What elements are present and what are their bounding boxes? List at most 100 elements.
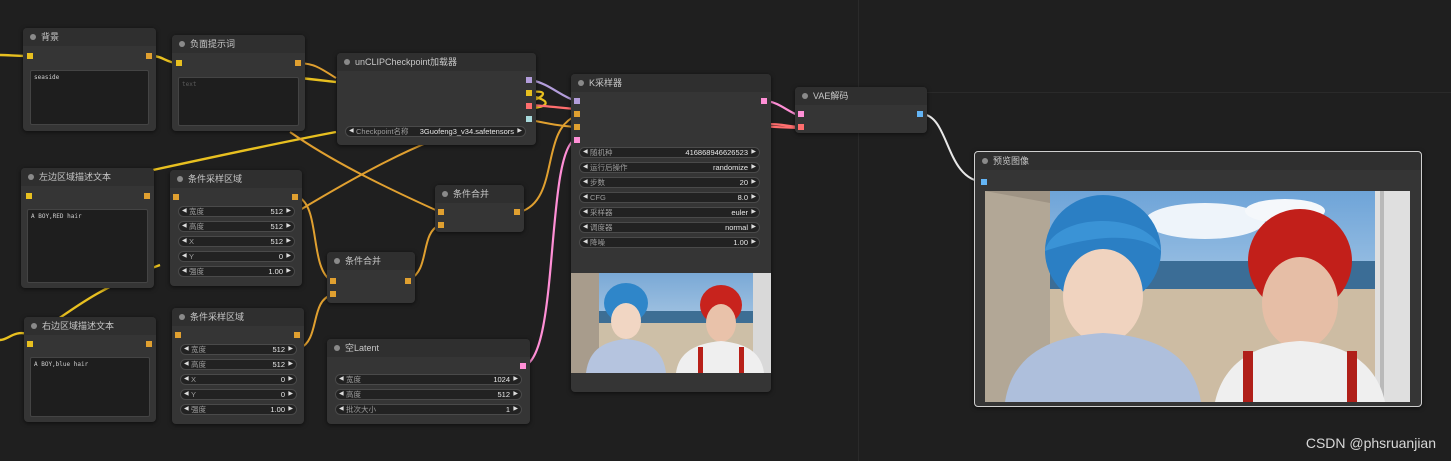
conditioning-2-input-port[interactable] xyxy=(438,222,444,228)
vae-input-port[interactable] xyxy=(798,124,804,130)
increment-arrow-icon[interactable]: ▶ xyxy=(513,390,518,399)
collapse-dot[interactable] xyxy=(802,93,808,99)
strength-widget[interactable]: ◀ 强度 1.00 ▶ xyxy=(180,404,297,415)
increment-arrow-icon[interactable]: ▶ xyxy=(751,163,756,172)
conditioning-output-port[interactable] xyxy=(292,194,298,200)
y-widget[interactable]: ◀ Y 0 ▶ xyxy=(178,251,295,262)
prompt-textarea[interactable]: seaside xyxy=(30,70,149,125)
node-title[interactable]: K采样器 xyxy=(571,74,771,92)
decrement-arrow-icon[interactable]: ◀ xyxy=(182,207,187,216)
clip-input-port[interactable] xyxy=(26,193,32,199)
node-canvas[interactable]: 背景 seaside 负面提示词 text unCLIPCheckpoint加载… xyxy=(0,0,1451,461)
decrement-arrow-icon[interactable]: ◀ xyxy=(339,375,344,384)
increment-arrow-icon[interactable]: ▶ xyxy=(286,222,291,231)
increment-arrow-icon[interactable]: ▶ xyxy=(286,252,291,261)
node-conditioning-area-2[interactable]: 条件采样区域 ◀ 宽度 512 ▶ ◀ 高度 512 ▶ ◀ X 0 ▶ ◀ Y 0 ▶ ◀ 强度 1.00… xyxy=(172,308,304,424)
batch-size-widget[interactable]: ◀ 批次大小 1 ▶ xyxy=(335,404,522,415)
steps-widget[interactable]: ◀ 步数 20 ▶ xyxy=(579,177,760,188)
conditioning-output-port[interactable] xyxy=(294,332,300,338)
node-title[interactable]: 负面提示词 xyxy=(172,35,305,53)
increment-arrow-icon[interactable]: ▶ xyxy=(751,193,756,202)
node-title[interactable]: 空Latent xyxy=(327,339,530,357)
negative-input-port[interactable] xyxy=(574,124,580,130)
conditioning-input-port[interactable] xyxy=(175,332,181,338)
conditioning-output-port[interactable] xyxy=(144,193,150,199)
scheduler-widget[interactable]: ◀ 调度器 normal ▶ xyxy=(579,222,760,233)
width-widget[interactable]: ◀ 宽度 512 ▶ xyxy=(178,206,295,217)
collapse-dot[interactable] xyxy=(179,314,185,320)
node-conditioning-combine-2[interactable]: 条件合并 xyxy=(327,252,415,303)
collapse-dot[interactable] xyxy=(334,258,340,264)
height-widget[interactable]: ◀ 高度 512 ▶ xyxy=(335,389,522,400)
positive-input-port[interactable] xyxy=(574,111,580,117)
collapse-dot[interactable] xyxy=(982,158,988,164)
latent-output-port[interactable] xyxy=(520,363,526,369)
increment-arrow-icon[interactable]: ▶ xyxy=(513,405,518,414)
clip-vision-output-port[interactable] xyxy=(526,116,532,122)
conditioning-input-port[interactable] xyxy=(173,194,179,200)
decrement-arrow-icon[interactable]: ◀ xyxy=(583,148,588,157)
increment-arrow-icon[interactable]: ▶ xyxy=(286,267,291,276)
conditioning-1-input-port[interactable] xyxy=(438,209,444,215)
collapse-dot[interactable] xyxy=(30,34,36,40)
increment-arrow-icon[interactable]: ▶ xyxy=(288,375,293,384)
node-title[interactable]: 背景 xyxy=(23,28,156,46)
decrement-arrow-icon[interactable]: ◀ xyxy=(583,178,588,187)
decrement-arrow-icon[interactable]: ◀ xyxy=(583,193,588,202)
increment-arrow-icon[interactable]: ▶ xyxy=(751,178,756,187)
decrement-arrow-icon[interactable]: ◀ xyxy=(184,390,189,399)
conditioning-output-port[interactable] xyxy=(405,278,411,284)
node-title[interactable]: VAE解码 xyxy=(795,87,927,105)
image-output-port[interactable] xyxy=(917,111,923,117)
increment-arrow-icon[interactable]: ▶ xyxy=(288,345,293,354)
decrement-arrow-icon[interactable]: ◀ xyxy=(583,223,588,232)
conditioning-output-port[interactable] xyxy=(146,341,152,347)
node-title[interactable]: 条件合并 xyxy=(435,185,524,203)
clip-input-port[interactable] xyxy=(176,60,182,66)
conditioning-1-input-port[interactable] xyxy=(330,278,336,284)
prompt-textarea[interactable]: A BOY,blue hair xyxy=(30,357,150,417)
cfg-widget[interactable]: ◀ CFG 8.0 ▶ xyxy=(579,192,760,203)
prompt-textarea[interactable]: A BOY,RED hair xyxy=(27,209,148,283)
increment-arrow-icon[interactable]: ▶ xyxy=(288,390,293,399)
node-title[interactable]: 预览图像 xyxy=(975,152,1421,170)
node-unclip-checkpoint-loader[interactable]: unCLIPCheckpoint加载器 ◀ Checkpoint名称 3Guof… xyxy=(337,53,536,145)
clip-input-port[interactable] xyxy=(27,53,33,59)
collapse-dot[interactable] xyxy=(442,191,448,197)
collapse-dot[interactable] xyxy=(177,176,183,182)
control-after-generate-widget[interactable]: ◀ 运行后操作 randomize ▶ xyxy=(579,162,760,173)
width-widget[interactable]: ◀ 宽度 1024 ▶ xyxy=(335,374,522,385)
images-input-port[interactable] xyxy=(981,179,987,185)
decrement-arrow-icon[interactable]: ◀ xyxy=(349,127,354,136)
node-title[interactable]: unCLIPCheckpoint加载器 xyxy=(337,53,536,71)
seed-widget[interactable]: ◀ 随机种 416868946626523 ▶ xyxy=(579,147,760,158)
checkpoint-name-select[interactable]: ◀ Checkpoint名称 3Guofeng3_v34.safetensors… xyxy=(345,126,526,137)
collapse-dot[interactable] xyxy=(31,323,37,329)
denoise-widget[interactable]: ◀ 降噪 1.00 ▶ xyxy=(579,237,760,248)
decrement-arrow-icon[interactable]: ◀ xyxy=(583,238,588,247)
node-title[interactable]: 条件采样区域 xyxy=(170,170,302,188)
node-right-region-prompt[interactable]: 右边区域描述文本 A BOY,blue hair xyxy=(24,317,156,422)
collapse-dot[interactable] xyxy=(344,59,350,65)
node-empty-latent[interactable]: 空Latent ◀ 宽度 1024 ▶ ◀ 高度 512 ▶ ◀ 批次大小 1 ▶ xyxy=(327,339,530,424)
node-vae-decode[interactable]: VAE解码 xyxy=(795,87,927,133)
node-conditioning-area-1[interactable]: 条件采样区域 ◀ 宽度 512 ▶ ◀ 高度 512 ▶ ◀ X 512 ▶ ◀ Y 0 ▶ ◀ 强度 1.… xyxy=(170,170,302,286)
increment-arrow-icon[interactable]: ▶ xyxy=(288,405,293,414)
collapse-dot[interactable] xyxy=(179,41,185,47)
x-widget[interactable]: ◀ X 512 ▶ xyxy=(178,236,295,247)
node-title[interactable]: 左边区域描述文本 xyxy=(21,168,154,186)
node-title[interactable]: 条件合并 xyxy=(327,252,415,270)
latent-output-port[interactable] xyxy=(761,98,767,104)
node-negative-prompt[interactable]: 负面提示词 text xyxy=(172,35,305,131)
collapse-dot[interactable] xyxy=(578,80,584,86)
decrement-arrow-icon[interactable]: ◀ xyxy=(182,222,187,231)
conditioning-2-input-port[interactable] xyxy=(330,291,336,297)
increment-arrow-icon[interactable]: ▶ xyxy=(751,223,756,232)
prompt-textarea[interactable]: text xyxy=(178,77,299,126)
decrement-arrow-icon[interactable]: ◀ xyxy=(184,405,189,414)
collapse-dot[interactable] xyxy=(334,345,340,351)
conditioning-output-port[interactable] xyxy=(514,209,520,215)
node-title[interactable]: 右边区域描述文本 xyxy=(24,317,156,335)
increment-arrow-icon[interactable]: ▶ xyxy=(513,375,518,384)
decrement-arrow-icon[interactable]: ◀ xyxy=(339,405,344,414)
